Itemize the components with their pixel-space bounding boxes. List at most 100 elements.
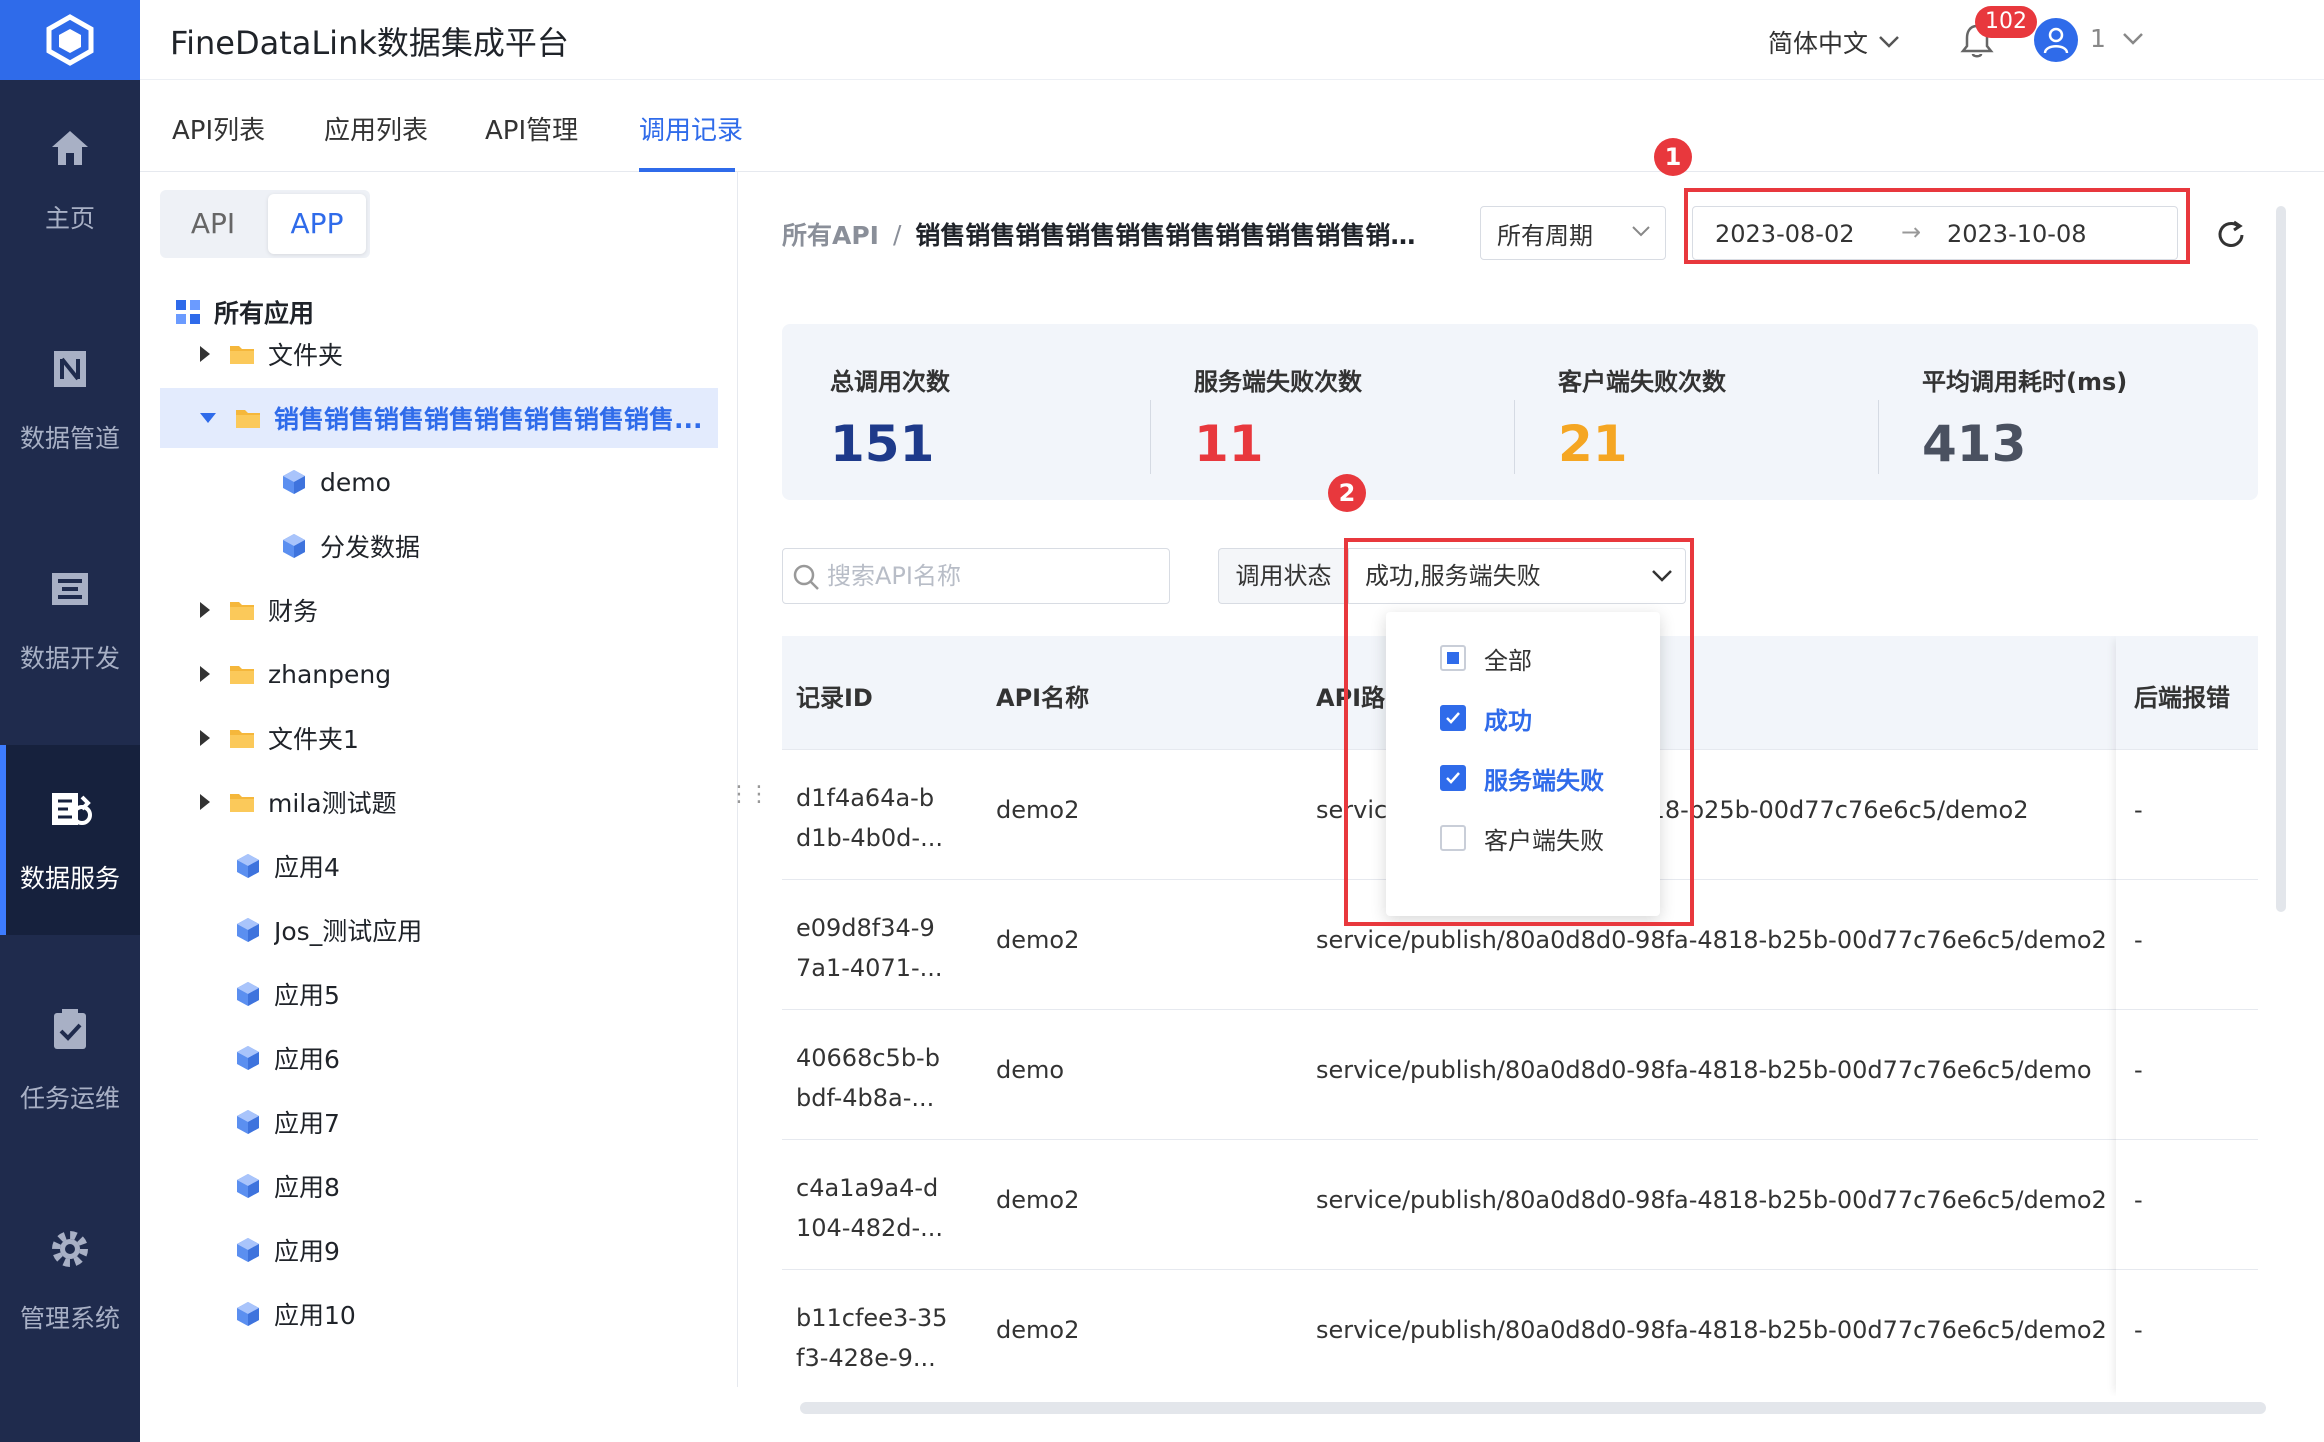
tree-item-label: 应用8 [274,1173,340,1202]
period-select[interactable]: 所有周期 [1480,206,1666,260]
tree-app[interactable]: Jos_测试应用 [160,900,718,960]
language-label: 简体中文 [1768,29,1869,58]
tree-app[interactable]: 应用8 [160,1156,718,1216]
table-row[interactable]: b11cfee3-35 f3-428e-9... demo2 service/publ… [782,1270,2258,1396]
stat-total-calls: 总调用次数 151 [830,362,950,473]
caret-right-icon[interactable] [200,666,210,682]
table-row[interactable]: c4a1a9a4-d 104-482d-... demo2 service/publi… [782,1140,2258,1270]
breadcrumb-current: 销售销售销售销售销售销售销售销售销售销售销售... [915,221,1436,250]
caret-right-icon[interactable] [200,730,210,746]
nav-data-service[interactable]: 数据服务 [0,745,140,935]
api-app-toggle: API APP [160,190,370,258]
tab-app-list[interactable]: 应用列表 [324,110,428,147]
app-cube-icon [237,1302,259,1326]
refresh-icon[interactable] [2214,218,2248,252]
tree-app[interactable]: demo [160,452,718,512]
tab-api-manage[interactable]: API管理 [485,110,578,147]
panel-resize-handle[interactable]: ⋮⋮ [728,782,770,807]
tree-app[interactable]: 分发数据 [160,516,718,576]
app-cube-icon [237,854,259,878]
period-value: 所有周期 [1497,221,1593,250]
tree-folder[interactable]: 文件夹1 [160,708,718,768]
record-id-line: 40668c5b-b [796,1044,940,1072]
chevron-down-icon [1879,36,1899,48]
app-cube-icon [237,1174,259,1198]
nav-label: 数据管道 [19,424,120,453]
tree-app[interactable]: 应用10 [160,1284,718,1344]
cell-backend-error: - [2134,926,2143,954]
search-input[interactable] [827,549,1157,603]
nav-task-ops[interactable]: 任务运维 [0,965,140,1155]
search-box[interactable] [782,548,1170,604]
cell-api-path: service/publish/80a0d8d0-98fa-4818-b25b-… [1316,1186,2116,1214]
stat-value: 11 [1194,415,1264,473]
highlight-box-status [1344,538,1694,926]
tab-api-list[interactable]: API列表 [172,110,265,147]
tab-call-records[interactable]: 调用记录 [639,110,743,147]
stat-label: 客户端失败次数 [1558,368,1726,396]
tree-folder[interactable]: zhanpeng [160,644,718,704]
record-id-line: d1f4a64a-b [796,784,935,812]
folder-icon [230,602,254,620]
record-id-line: f3-428e-9... [796,1344,936,1372]
tree-folder[interactable]: 销售销售销售销售销售销售销售销售... [160,388,718,448]
tree-folder[interactable]: 财务 [160,580,718,640]
app-title: FineDataLink数据集成平台 [170,24,569,62]
avatar[interactable] [2034,18,2078,62]
vertical-scrollbar[interactable] [2276,206,2286,912]
cell-backend-error: - [2134,1056,2143,1084]
caret-right-icon[interactable] [200,602,210,618]
tree-app[interactable]: 应用6 [160,1028,718,1088]
segment-app[interactable]: APP [268,194,366,254]
nav-admin[interactable]: 管理系统 [0,1185,140,1375]
chevron-down-icon [1632,226,1650,237]
cell-api-name: demo2 [996,926,1080,954]
tree-app[interactable]: 应用5 [160,964,718,1024]
stat-divider [1514,400,1515,474]
cell-api-path: service/publish/80a0d8d0-98fa-4818-b25b-… [1316,1056,2116,1084]
tree-item-label: zhanpeng [268,659,392,689]
breadcrumb-separator: / [892,219,902,249]
col-record-id: 记录ID [796,684,873,712]
col-backend-error: 后端报错 [2134,684,2230,712]
cell-api-name: demo2 [996,1316,1080,1344]
caret-down-icon[interactable] [200,413,216,423]
highlight-box-date [1684,188,2190,264]
cell-api-name: demo2 [996,1186,1080,1214]
tree-folder[interactable]: 文件夹 [160,324,718,384]
caret-right-icon[interactable] [200,346,210,362]
cell-record-id: d1f4a64a-b d1b-4b0d-... [796,778,956,858]
breadcrumb-root[interactable]: 所有API [782,216,879,252]
cell-backend-error: - [2134,1316,2143,1344]
tree-item-label: 文件夹 [268,341,344,370]
app-cube-icon [237,1046,259,1070]
user-menu[interactable]: 1 [2090,24,2144,53]
nav-home[interactable]: 主页 [0,85,140,275]
caret-right-icon[interactable] [200,794,210,810]
segment-api[interactable]: API [160,190,266,258]
tree-app[interactable]: 应用7 [160,1092,718,1152]
horizontal-scrollbar[interactable] [800,1402,2266,1414]
logo[interactable] [0,0,140,80]
tree-app[interactable]: 应用9 [160,1220,718,1280]
grid-apps-icon [176,300,200,324]
nav-data-dev[interactable]: 数据开发 [0,525,140,715]
table-row[interactable]: 40668c5b-b bdf-4b8a-... demo service/publis… [782,1010,2258,1140]
user-name: 1 [2090,24,2106,53]
search-icon [793,564,819,590]
tree-item-label: 销售销售销售销售销售销售销售销售... [274,405,703,434]
record-id-line: 7a1-4071-... [796,954,943,982]
app-cube-icon [237,1110,259,1134]
app-tree-panel: API APP 所有应用 文件夹 销售销售销售销售销售销售销售销售... demo 分… [140,172,738,1387]
folder-icon [230,730,254,748]
record-id-line: bdf-4b8a-... [796,1084,935,1112]
language-selector[interactable]: 简体中文 [1768,24,1900,60]
dev-icon [52,573,88,605]
nav-data-pipeline[interactable]: 数据管道 [0,305,140,495]
tree-folder[interactable]: mila测试题 [160,772,718,832]
cell-record-id: b11cfee3-35 f3-428e-9... [796,1298,956,1378]
tree-app[interactable]: 应用4 [160,836,718,896]
home-icon [52,131,88,165]
nav-label: 管理系统 [19,1304,120,1333]
stat-value: 21 [1558,415,1628,473]
